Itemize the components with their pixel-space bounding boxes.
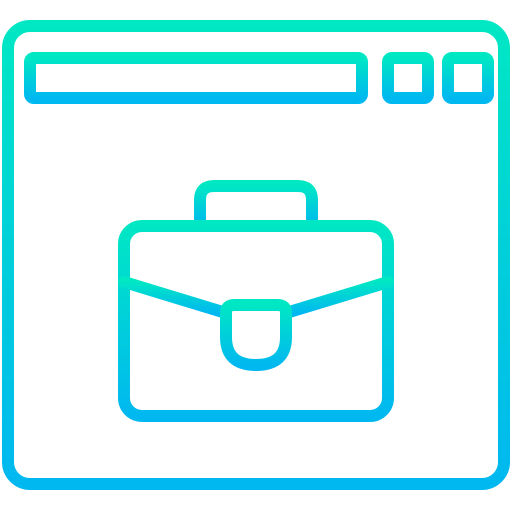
browser-window-with-briefcase-icon xyxy=(2,20,510,490)
briefcase-clasp xyxy=(220,299,292,371)
briefcase-icon xyxy=(118,180,394,422)
address-bar[interactable] xyxy=(24,52,368,104)
window-button-right[interactable] xyxy=(442,52,494,104)
icon-canvas xyxy=(0,0,512,512)
window-button-left[interactable] xyxy=(382,52,434,104)
briefcase-body xyxy=(118,220,394,422)
